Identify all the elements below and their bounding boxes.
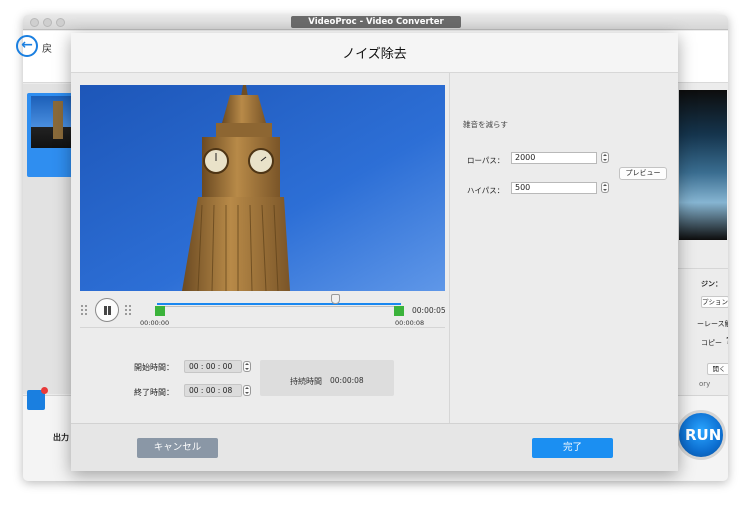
start-time-label: 開始時間： (134, 363, 174, 372)
timeline-start-time: 00:00:00 (140, 319, 170, 327)
duration-label: 持続時間 (290, 377, 322, 386)
end-time-stepper[interactable] (243, 385, 251, 396)
controls-divider (80, 327, 445, 328)
title-bar: VideoProc - Video Converter (23, 15, 728, 30)
run-button[interactable]: RUN (676, 410, 726, 460)
duration-value: 00:00:08 (330, 376, 364, 385)
notification-badge (41, 387, 48, 394)
end-time-field[interactable]: 00 : 00 : 08 (184, 384, 242, 397)
deinterlace-label[interactable]: ーレース解除 (697, 319, 728, 329)
cancel-button[interactable]: キャンセル (137, 438, 218, 458)
option-title-partial: ジン： (701, 280, 722, 288)
thumbnail-tower-shape (53, 101, 63, 139)
right-drag-handle-icon[interactable] (125, 305, 133, 315)
output-folder-partial: ory (699, 380, 711, 388)
dialog-header: ノイズ除去 (71, 33, 678, 73)
end-time-label: 終了時間： (134, 388, 174, 397)
lowpass-input[interactable]: 2000 (511, 152, 597, 164)
lowpass-label: ローパス： (467, 156, 505, 165)
highpass-stepper[interactable] (601, 182, 609, 193)
done-button[interactable]: 完了 (532, 438, 613, 458)
start-time-field[interactable]: 00 : 00 : 00 (184, 360, 242, 373)
output-preview-image (679, 90, 727, 240)
playhead-handle[interactable] (331, 294, 340, 304)
back-arrow-icon[interactable]: ← (16, 35, 38, 57)
reduce-noise-title: 雑音を減らす (463, 120, 508, 129)
timeline-base (157, 306, 401, 307)
minimize-window-icon[interactable] (43, 18, 52, 27)
close-window-icon[interactable] (30, 18, 39, 27)
noise-removal-dialog: ノイズ除去 00:00:00 00:00:08 00:00:05 開始時間： 0… (71, 33, 678, 471)
option-button[interactable]: プション (701, 296, 728, 308)
timeline-selection[interactable] (157, 303, 401, 305)
highpass-input[interactable]: 500 (511, 182, 597, 194)
duration-panel (260, 360, 394, 396)
trim-end-marker[interactable] (394, 306, 404, 316)
trim-start-marker[interactable] (155, 306, 165, 316)
copy-label[interactable]: コピー (701, 338, 722, 348)
pause-button[interactable] (95, 298, 119, 322)
timeline-end-time: 00:00:08 (395, 319, 425, 327)
highpass-label: ハイパス： (467, 186, 505, 195)
open-folder-button[interactable]: 開く (707, 363, 728, 375)
lowpass-stepper[interactable] (601, 152, 609, 163)
preview-button[interactable]: プレビュー (619, 167, 667, 180)
help-icon[interactable]: ? (726, 336, 728, 347)
dialog-title: ノイズ除去 (342, 47, 407, 62)
current-time: 00:00:05 (412, 306, 446, 315)
output-options: ジン： プション ーレース解除 コピー ? 開く ory (675, 268, 728, 388)
left-drag-handle-icon[interactable] (81, 305, 89, 315)
start-time-stepper[interactable] (243, 361, 251, 372)
app-title: VideoProc - Video Converter (291, 16, 461, 28)
video-thumbnail-image (31, 96, 73, 148)
zoom-window-icon[interactable] (56, 18, 65, 27)
big-ben-frame-image (80, 85, 445, 291)
output-label: 出力 (53, 433, 69, 442)
panel-divider (449, 73, 450, 423)
screen: VideoProc - Video Converter ジン： プション ーレー… (0, 0, 750, 509)
video-preview[interactable] (80, 85, 445, 291)
back-label: 戻 (42, 44, 52, 55)
